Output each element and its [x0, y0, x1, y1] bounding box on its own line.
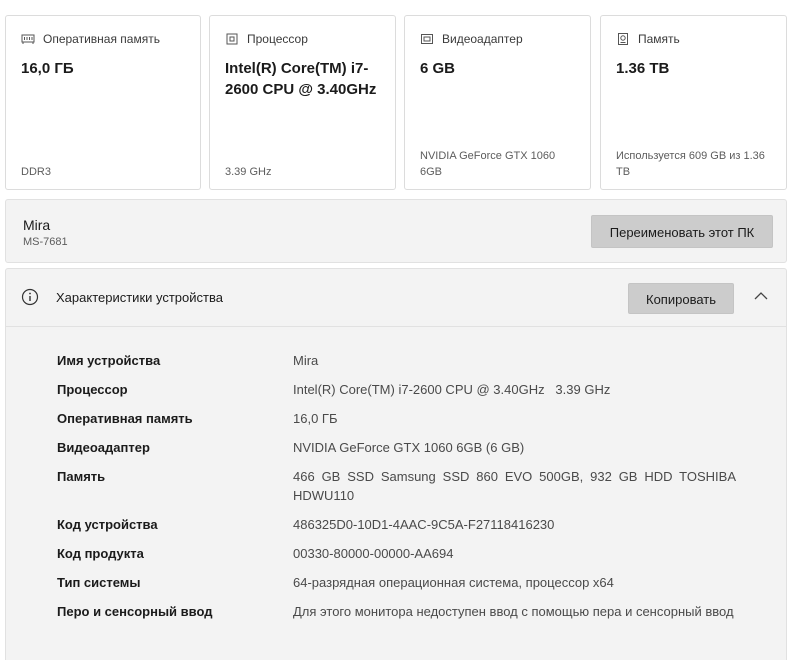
card-storage-footer: Используется 609 GB из 1.36 TB — [616, 150, 765, 178]
spec-value: 466 GB SSD Samsung SSD 860 EVO 500GB, 93… — [293, 469, 736, 503]
card-display-adapter-value: 6 GB — [420, 60, 456, 77]
card-processor-header: Процессор — [225, 32, 308, 46]
spec-row-storage: Память 466 GB SSD Samsung SSD 860 EVO 50… — [6, 467, 786, 505]
card-processor: Процессор Intel(R) Core(TM) i7-2600 CPU … — [209, 15, 396, 190]
storage-icon — [616, 32, 630, 46]
spec-value: 16,0 ГБ — [293, 411, 338, 426]
spec-row-product-id: Код продукта 00330-80000-00000-AA694 — [6, 544, 786, 563]
spec-value: Для этого монитора недоступен ввод с пом… — [293, 604, 734, 619]
chevron-up-icon[interactable] — [752, 289, 770, 303]
spec-label: Перо и сенсорный ввод — [57, 604, 213, 619]
spec-value: Intel(R) Core(TM) i7-2600 CPU @ 3.40GHz … — [293, 382, 611, 397]
info-icon — [21, 288, 39, 306]
pc-name: Mira — [23, 217, 51, 233]
processor-icon — [225, 32, 239, 46]
device-specifications-list: Имя устройства Mira Процессор Intel(R) C… — [6, 351, 786, 631]
spec-label: Оперативная память — [57, 411, 193, 426]
display-adapter-icon — [420, 32, 434, 46]
spec-value: 64-разрядная операционная система, проце… — [293, 575, 614, 590]
spec-row-ram: Оперативная память 16,0 ГБ — [6, 409, 786, 428]
spec-label: Тип системы — [57, 575, 141, 590]
card-ram-value: 16,0 ГБ — [21, 60, 74, 77]
spec-label: Код устройства — [57, 517, 158, 532]
card-processor-footer: 3.39 GHz — [225, 166, 272, 178]
card-display-adapter-title: Видеоадаптер — [442, 32, 523, 46]
spec-row-device-name: Имя устройства Mira — [6, 351, 786, 370]
card-processor-value: Intel(R) Core(TM) i7-2600 CPU @ 3.40GHz — [225, 60, 377, 98]
rename-pc-button[interactable]: Переименовать этот ПК — [591, 215, 773, 248]
card-display-adapter: Видеоадаптер 6 GB NVIDIA GeForce GTX 106… — [404, 15, 591, 190]
pc-name-section: Mira MS-7681 Переименовать этот ПК — [5, 199, 787, 263]
card-ram-title: Оперативная память — [43, 32, 160, 46]
card-storage-value: 1.36 TB — [616, 60, 670, 77]
spec-value: 486325D0-10D1-4AAC-9C5A-F27118416230 — [293, 517, 555, 532]
card-display-adapter-header: Видеоадаптер — [420, 32, 523, 46]
copy-button[interactable]: Копировать — [628, 283, 734, 314]
ram-icon — [21, 32, 35, 46]
card-ram: Оперативная память 16,0 ГБ DDR3 — [5, 15, 201, 190]
spec-row-display-adapter: Видеоадаптер NVIDIA GeForce GTX 1060 6GB… — [6, 438, 786, 457]
card-ram-header: Оперативная память — [21, 32, 160, 46]
system-about-page: Оперативная память 16,0 ГБ DDR3 Процессо… — [0, 0, 800, 660]
device-specifications-title: Характеристики устройства — [56, 290, 223, 305]
spec-label: Процессор — [57, 382, 128, 397]
card-display-adapter-footer: NVIDIA GeForce GTX 1060 6GB — [420, 150, 556, 178]
pc-model: MS-7681 — [23, 236, 68, 248]
card-storage: Память 1.36 TB Используется 609 GB из 1.… — [600, 15, 787, 190]
spec-row-pen-touch: Перо и сенсорный ввод Для этого монитора… — [6, 602, 786, 621]
card-storage-header: Память — [616, 32, 680, 46]
spec-label: Имя устройства — [57, 353, 161, 368]
spec-value: NVIDIA GeForce GTX 1060 6GB (6 GB) — [293, 440, 525, 455]
spec-label: Память — [57, 469, 106, 484]
spec-value: Mira — [293, 353, 319, 368]
device-specifications-panel: Характеристики устройства Копировать Имя… — [5, 268, 787, 660]
spec-label: Код продукта — [57, 546, 144, 561]
spec-row-system-type: Тип системы 64-разрядная операционная си… — [6, 573, 786, 592]
card-storage-title: Память — [638, 32, 680, 46]
spec-label: Видеоадаптер — [57, 440, 150, 455]
card-processor-title: Процессор — [247, 32, 308, 46]
spec-row-processor: Процессор Intel(R) Core(TM) i7-2600 CPU … — [6, 380, 786, 399]
card-ram-footer: DDR3 — [21, 166, 51, 178]
spec-value: 00330-80000-00000-AA694 — [293, 546, 454, 561]
device-specifications-header[interactable]: Характеристики устройства Копировать — [6, 269, 786, 327]
spec-row-device-id: Код устройства 486325D0-10D1-4AAC-9C5A-F… — [6, 515, 786, 534]
